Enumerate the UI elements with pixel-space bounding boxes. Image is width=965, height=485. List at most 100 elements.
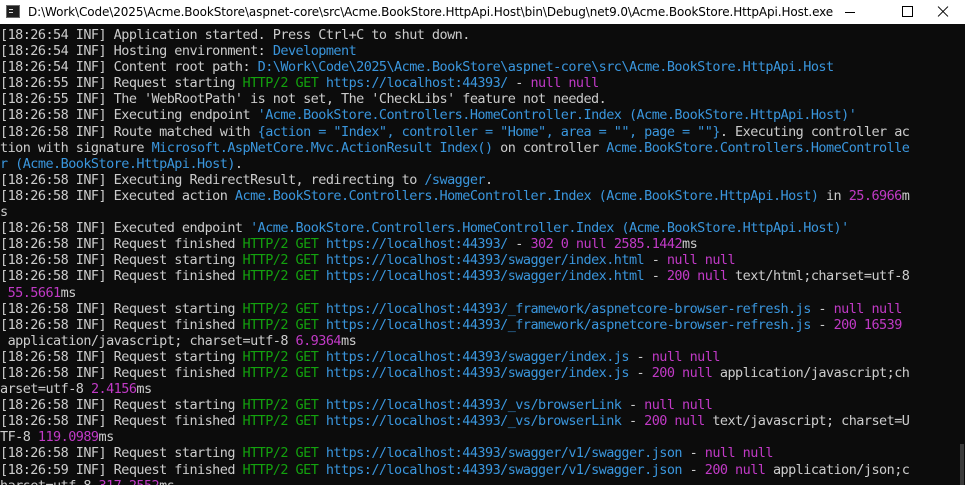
console-text-segment: - — [644, 252, 667, 269]
console-text-segment: tion with signature — [0, 139, 152, 156]
console-text-segment: [18:26:58 INF] Request finished — [0, 316, 243, 333]
console-text-segment: . — [234, 155, 243, 172]
console-text-segment: HTTP/2 GET — [242, 300, 326, 317]
console-text-segment: ms — [682, 236, 698, 253]
console-line: [18:26:58 INF] Request finished HTTP/2 G… — [0, 413, 959, 429]
console-text-segment: HTTP/2 GET — [242, 236, 326, 253]
console-line: [18:26:58 INF] Request starting HTTP/2 G… — [0, 397, 959, 413]
console-text-segment: 200 null — [644, 413, 705, 430]
console-text-segment: on controller — [492, 139, 607, 156]
console-line: [18:26:58 INF] Request starting HTTP/2 G… — [0, 301, 959, 317]
console-text-segment: null null — [530, 75, 599, 92]
console-text-segment: https://localhost:44393/swagger/index.js — [325, 348, 630, 365]
console-line: 55.5661ms — [0, 285, 959, 301]
console-text-segment: HTTP/2 GET — [242, 75, 326, 92]
console-text-segment: [18:26:58 INF] Request finished — [0, 413, 243, 430]
console-text-segment: HTTP/2 GET — [242, 252, 326, 269]
console-line: TF-8 119.0989ms — [0, 429, 959, 445]
console-text-segment: 6.9364 — [295, 332, 342, 349]
console-line: r (Acme.BookStore.HttpApi.Host). — [0, 156, 959, 172]
console-line: [18:26:58 INF] Executed endpoint 'Acme.B… — [0, 220, 959, 236]
console-text-segment: [18:26:58 INF] Executed action — [0, 187, 235, 204]
console-text-segment: null null — [651, 348, 721, 365]
console-text-segment: [18:26:58 INF] Executing endpoint — [0, 107, 258, 124]
console-line: tion with signature Microsoft.AspNetCore… — [0, 140, 959, 156]
console-text-segment: https://localhost:44393/swagger/v1/swagg… — [325, 461, 683, 478]
console-text-segment: https://localhost:44393/_framework/aspne… — [325, 300, 812, 317]
console-text-segment: s — [0, 204, 8, 221]
console-text-segment: 302 0 null 2585.1442 — [530, 236, 683, 253]
console-line: [18:26:58 INF] Request starting HTTP/2 G… — [0, 252, 959, 268]
console-text-segment: - — [628, 348, 652, 365]
console-text-segment: application/json;c — [765, 461, 910, 478]
console-text-segment: ms — [159, 478, 175, 485]
console-text-segment: [18:26:58 INF] Request finished — [0, 268, 243, 285]
console-text-segment: [18:26:58 INF] Route matched with — [0, 123, 258, 140]
console-text-segment: application/javascript;ch — [712, 364, 910, 381]
console-output[interactable]: [18:26:54 INF] Application started. Pres… — [0, 27, 959, 485]
console-window: D:\Work\Code\2025\Acme.BookStore\aspnet-… — [0, 0, 965, 485]
console-text-segment: - — [621, 413, 645, 430]
console-text-segment: {action = "Index", controller = "Home", … — [257, 123, 721, 140]
console-text-segment: - — [507, 75, 531, 92]
console-line: [18:26:54 INF] Hosting environment: Deve… — [0, 43, 959, 59]
console-text-segment: 2.4156 — [90, 381, 137, 398]
console-line: s — [0, 204, 959, 220]
console-text-segment: https://localhost:44393/_framework/aspne… — [325, 316, 812, 333]
console-text-segment: [18:26:55 INF] Request starting — [0, 75, 243, 92]
console-text-segment: text/javascript; charset=U — [704, 413, 910, 430]
console-text-segment: [18:26:55 INF] The 'WebRootPath' is not … — [0, 91, 607, 108]
console-text-segment: [18:26:54 INF] Content root path: — [0, 59, 258, 76]
console-line: [18:26:58 INF] Request finished HTTP/2 G… — [0, 268, 959, 284]
console-line: [18:26:58 INF] Executing RedirectResult,… — [0, 172, 959, 188]
vertical-scrollbar[interactable] — [959, 24, 965, 485]
console-text-segment: [18:26:54 INF] Application started. Pres… — [0, 27, 470, 43]
console-text-segment: https://localhost:44393/ — [325, 75, 508, 92]
console-text-segment: in — [818, 187, 849, 204]
console-text-segment: - — [621, 397, 645, 414]
console-text-segment: r (Acme.BookStore.HttpApi.Host) — [0, 155, 235, 172]
console-text-segment: Development — [272, 43, 357, 60]
title-bar[interactable]: D:\Work\Code\2025\Acme.BookStore\aspnet-… — [0, 0, 965, 24]
console-text-segment: D:\Work\Code\2025\Acme.BookStore\aspnet-… — [257, 59, 834, 76]
console-text-segment: TF-8 — [0, 429, 38, 446]
console-text-segment: arset=utf-8 — [0, 381, 91, 398]
scrollbar-thumb[interactable] — [960, 444, 964, 485]
console-text-segment: [18:26:58 INF] Executing RedirectResult,… — [0, 171, 425, 188]
console-text-segment: https://localhost:44393/swagger/v1/swagg… — [325, 445, 683, 462]
console-line: harset=utf-8 317.2552ms — [0, 478, 959, 485]
console-text-segment: 200 null — [704, 461, 766, 478]
console-line: [18:26:59 INF] Request finished HTTP/2 G… — [0, 462, 959, 478]
console-line: [18:26:58 INF] Request starting HTTP/2 G… — [0, 349, 959, 365]
console-text-segment: . — [484, 171, 493, 188]
console-line: application/javascript; charset=utf-8 6.… — [0, 333, 959, 349]
close-button[interactable] — [919, 0, 965, 24]
console-text-segment: 'Acme.BookStore.Controllers.HomeControll… — [250, 220, 849, 237]
console-line: [18:26:58 INF] Request finished HTTP/2 G… — [0, 317, 959, 333]
console-line: [18:26:54 INF] Application started. Pres… — [0, 27, 959, 43]
console-text-segment: 119.0989 — [37, 429, 99, 446]
console-text-segment — [0, 285, 8, 301]
console-text-segment: [18:26:59 INF] Request finished — [0, 461, 243, 478]
console-text-segment: 55.5661 — [7, 284, 62, 301]
window-title: D:\Work\Code\2025\Acme.BookStore\aspnet-… — [28, 5, 834, 19]
console-text-segment: HTTP/2 GET — [242, 348, 326, 365]
console-text-segment: Acme.BookStore.Controllers.HomeControlle — [606, 139, 910, 156]
console-line: [18:26:55 INF] Request starting HTTP/2 G… — [0, 75, 959, 91]
console-text-segment: 200 null — [666, 268, 728, 285]
console-text-segment: HTTP/2 GET — [242, 445, 326, 462]
minimize-button[interactable] — [827, 0, 873, 24]
console-line: [18:26:58 INF] Request finished HTTP/2 G… — [0, 236, 959, 252]
console-text-segment: 200 16539 — [833, 316, 903, 333]
console-line: [18:26:58 INF] Request finished HTTP/2 G… — [0, 365, 959, 381]
console-text-segment: https://localhost:44393/swagger/index.ht… — [325, 252, 645, 269]
console-text-segment: HTTP/2 GET — [242, 397, 326, 414]
console-line: [18:26:55 INF] The 'WebRootPath' is not … — [0, 91, 959, 107]
console-text-segment: https://localhost:44393/swagger/index.ht… — [325, 268, 645, 285]
console-text-segment: ms — [60, 284, 77, 301]
console-app-icon[interactable] — [6, 5, 20, 18]
console-text-segment: null null — [644, 397, 713, 414]
console-text-segment: https://localhost:44393/swagger/index.js — [325, 364, 630, 381]
console-text-segment: ms — [136, 381, 152, 398]
console-text-segment: 200 null — [651, 364, 713, 381]
